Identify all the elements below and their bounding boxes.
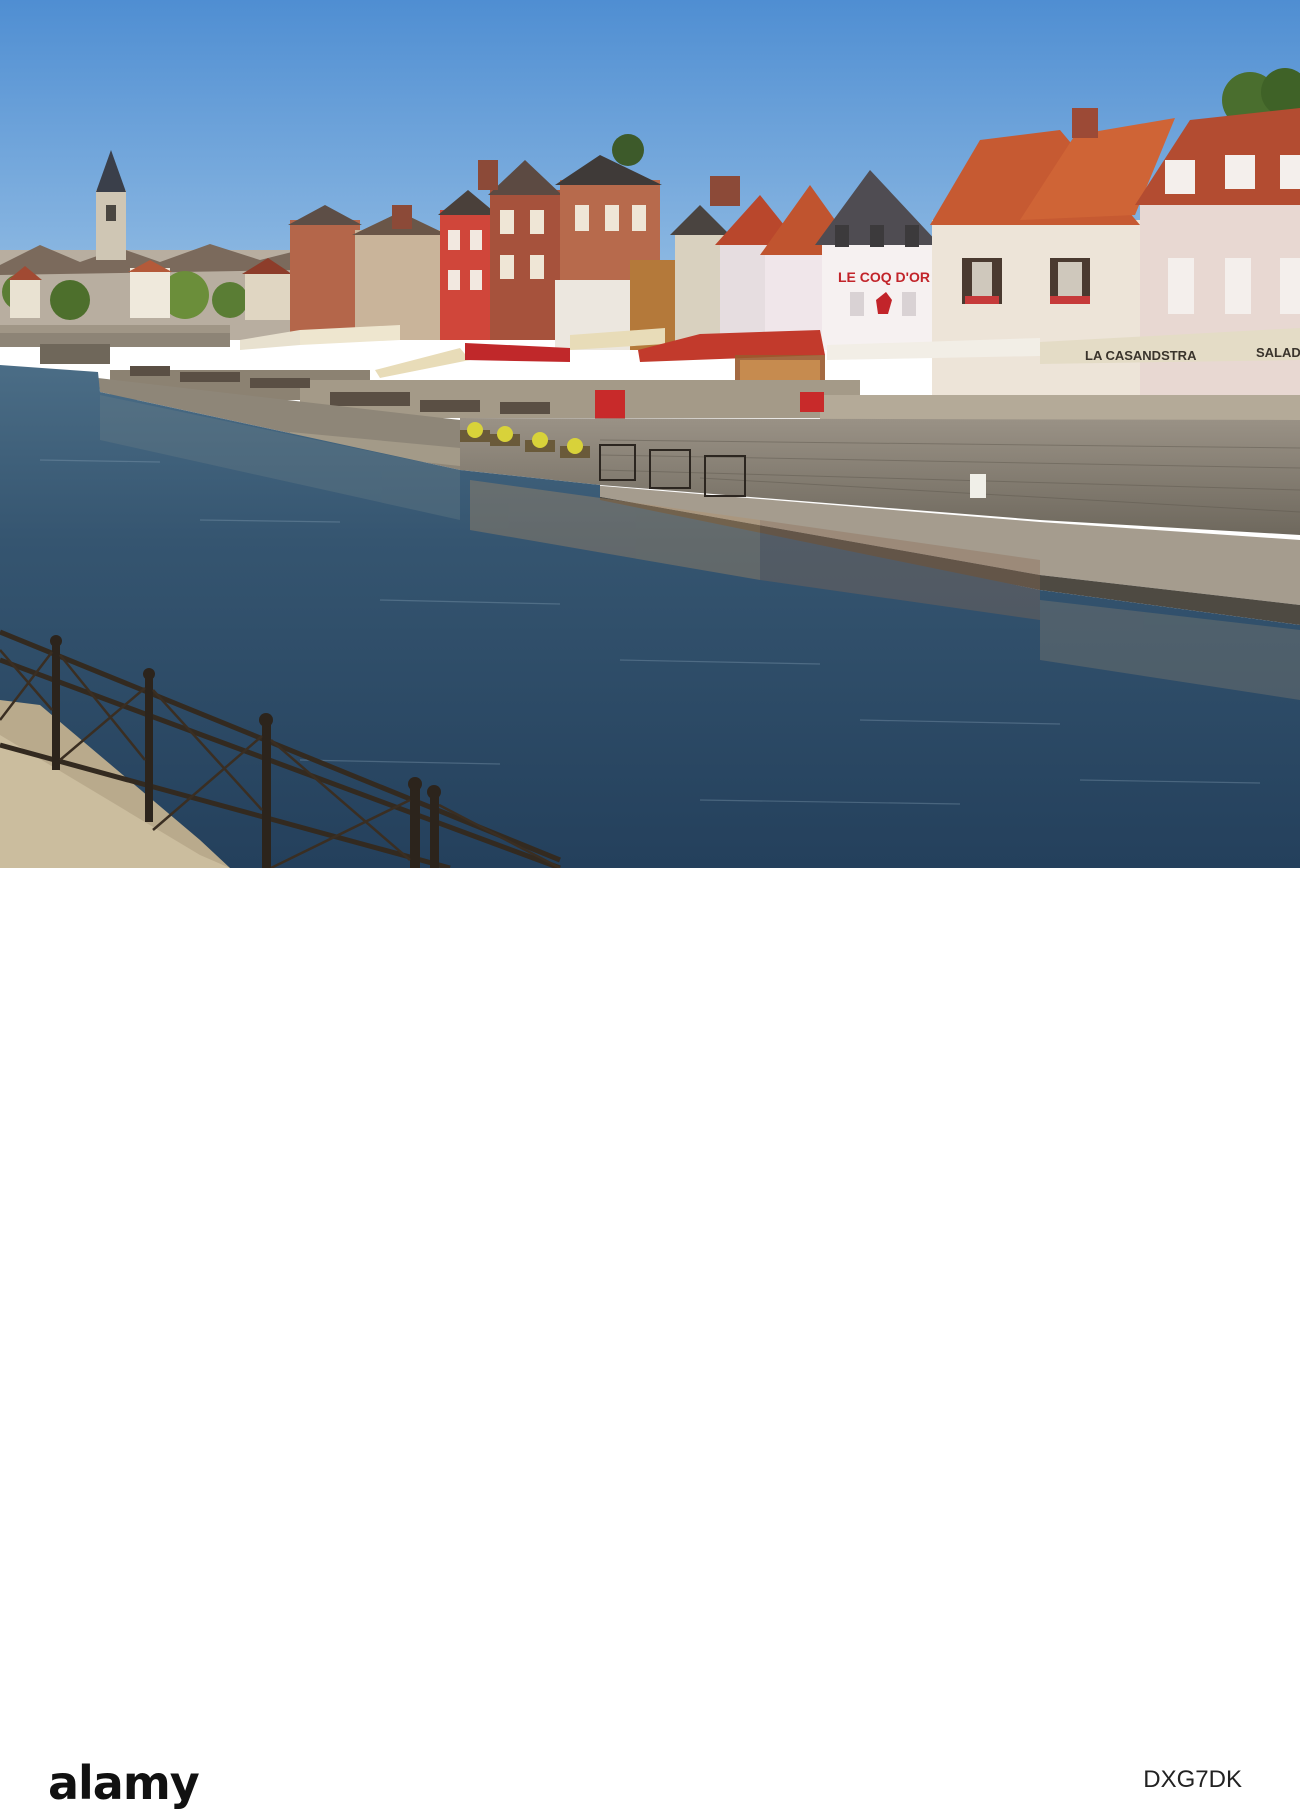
watermark-footer: alamy DXG7DK [0,868,1300,1810]
photo-scene: LE COQ D'OR LA CASANDSTRA SALAD [0,0,1300,868]
alamy-logo: alamy [48,1756,200,1810]
sign-salad: SALAD [1256,345,1300,360]
bridge [0,325,230,364]
image-id: DXG7DK [1143,1766,1242,1793]
church-tower [96,190,126,260]
sign-le-coq-dor: LE COQ D'OR [838,269,930,285]
sign-la-casandstra: LA CASANDSTRA [1085,348,1197,363]
